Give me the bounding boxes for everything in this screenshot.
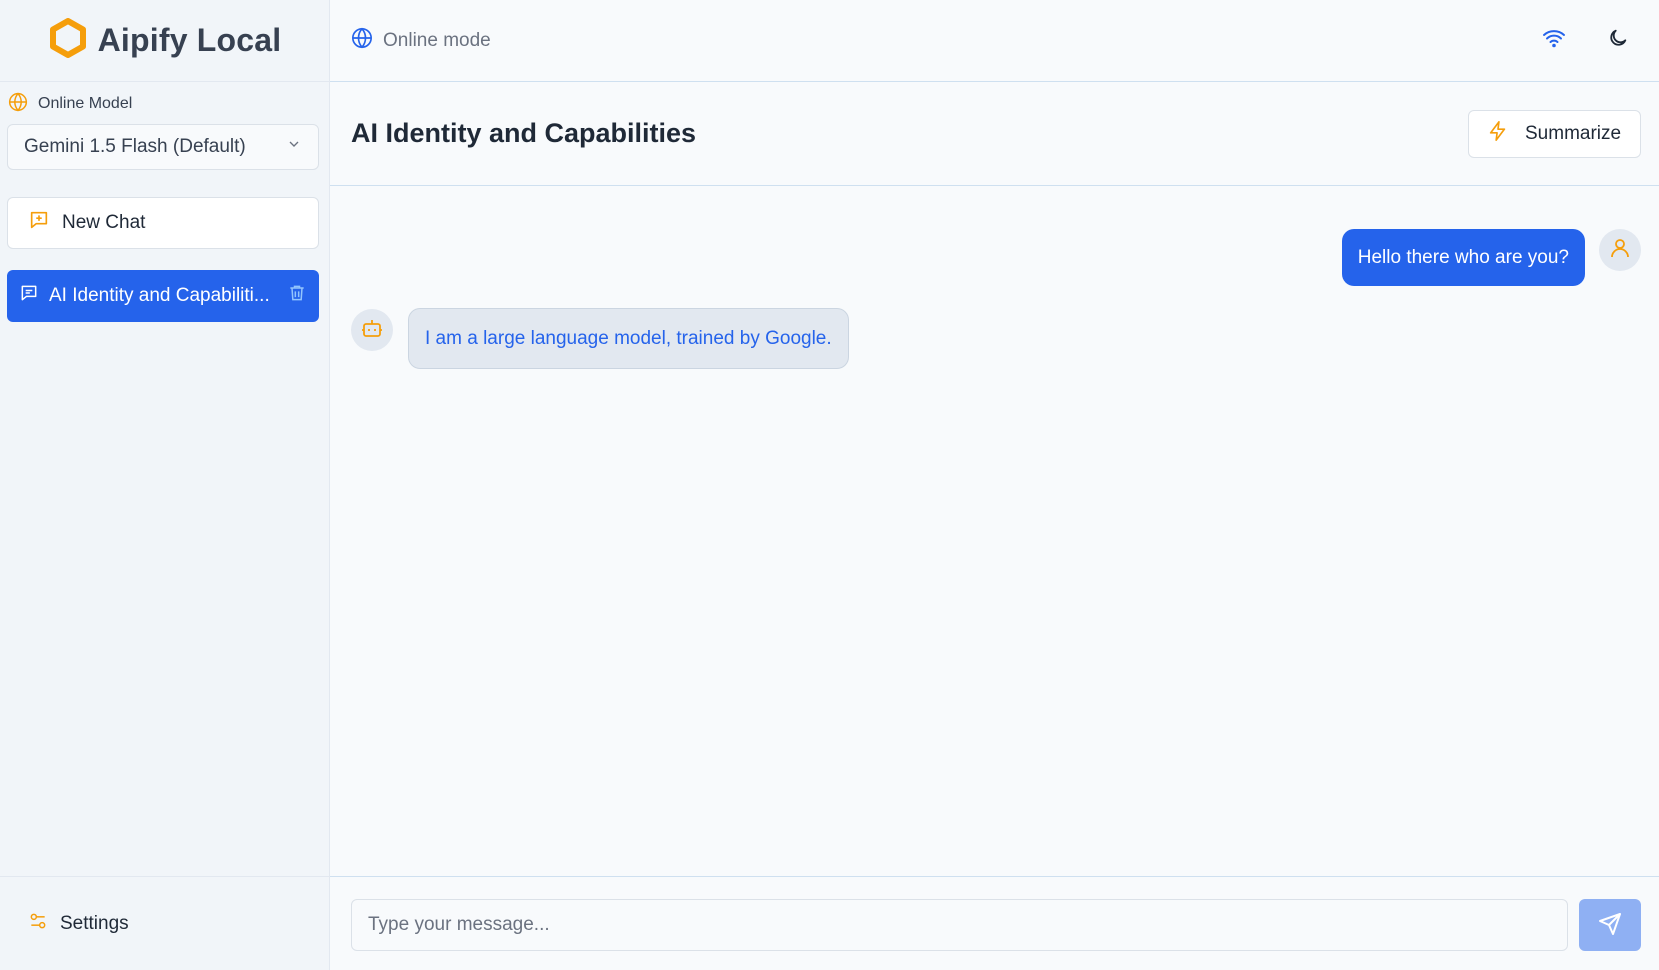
wifi-icon: [1542, 26, 1566, 55]
summarize-button[interactable]: Summarize: [1468, 109, 1641, 158]
message-plus-icon: [28, 209, 50, 237]
app-title: Aipify Local: [97, 22, 282, 58]
sliders-icon: [28, 911, 48, 937]
model-label: Online Model: [8, 92, 322, 116]
chevron-down-icon: [286, 136, 302, 158]
hexagon-icon: [48, 18, 88, 63]
avatar: [351, 309, 393, 351]
globe-icon: [351, 27, 373, 55]
model-label-text: Online Model: [38, 95, 133, 112]
moon-icon: [1607, 27, 1629, 54]
message-input[interactable]: [351, 899, 1568, 951]
model-select[interactable]: Gemini 1.5 Flash (Default): [7, 124, 319, 170]
user-icon: [1608, 236, 1632, 265]
new-chat-label: New Chat: [62, 212, 146, 233]
sidebar-item-chat[interactable]: AI Identity and Capabiliti...: [7, 270, 319, 322]
settings-label: Settings: [60, 912, 129, 934]
chat-header: AI Identity and Capabilities Summarize: [330, 82, 1659, 186]
trash-icon[interactable]: [287, 283, 307, 309]
summarize-label: Summarize: [1525, 122, 1622, 144]
lightning-icon: [1487, 120, 1509, 148]
model-select-value: Gemini 1.5 Flash (Default): [24, 136, 246, 157]
chat-item-label: AI Identity and Capabiliti...: [49, 285, 270, 306]
send-button[interactable]: [1579, 899, 1641, 951]
mode-indicator: Online mode: [351, 27, 1533, 55]
assistant-message: I am a large language model, trained by …: [408, 308, 849, 369]
model-section: Online Model Gemini 1.5 Flash (Default): [0, 82, 329, 170]
new-chat-button[interactable]: New Chat: [7, 197, 319, 249]
topbar-actions: [1533, 20, 1639, 62]
user-message: Hello there who are you?: [1341, 229, 1585, 286]
avatar: [1599, 229, 1641, 271]
globe-icon: [8, 92, 28, 117]
settings-button[interactable]: Settings: [0, 876, 329, 970]
message-list: Hello there who are you? I am a large la…: [330, 186, 1659, 876]
page-title: AI Identity and Capabilities: [351, 118, 697, 148]
message-icon: [19, 283, 39, 309]
theme-toggle-button[interactable]: [1597, 20, 1639, 62]
composer: [330, 876, 1659, 970]
send-icon: [1598, 912, 1622, 939]
sidebar: Aipify Local Online Model Gemini 1.5 Fla…: [0, 0, 330, 970]
wifi-button[interactable]: [1533, 20, 1575, 62]
topbar: Online mode: [330, 0, 1659, 82]
mode-label: Online mode: [383, 29, 491, 51]
brand: Aipify Local: [0, 0, 329, 82]
bot-icon: [360, 316, 384, 345]
